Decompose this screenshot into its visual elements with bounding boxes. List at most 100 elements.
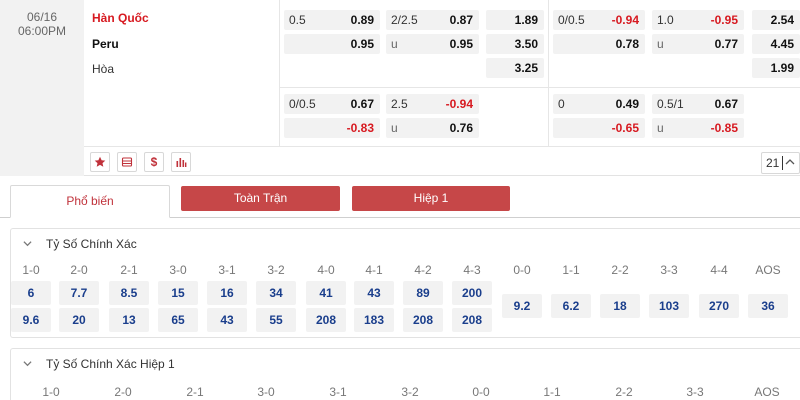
score-label: 2-1	[186, 385, 204, 399]
score-odds-away[interactable]: 13	[109, 308, 149, 332]
score-label: 3-0	[257, 385, 275, 399]
score-label: 0-0	[513, 263, 531, 277]
score-odds-home[interactable]: 15	[158, 281, 198, 305]
score-odds-draw[interactable]: 270	[699, 294, 739, 318]
tab-popular[interactable]: Phổ biến	[10, 185, 170, 218]
score-label: 4-2	[414, 263, 432, 277]
odds-value: 4.45	[770, 37, 794, 51]
score-odds-away[interactable]: 9.6	[11, 308, 51, 332]
under-label: u	[391, 121, 398, 135]
stats-icon[interactable]	[171, 152, 191, 172]
odds-value: 0.77	[714, 37, 738, 51]
list-icon[interactable]	[117, 152, 137, 172]
team-names: Hàn Quốc Peru Hòa	[84, 0, 280, 146]
score-label: 2-2	[611, 263, 629, 277]
odds-value: 0.95	[350, 37, 374, 51]
score-label: 2-0	[114, 385, 132, 399]
correct-score-panel: Tỷ Số Chính Xác 1-0 2-0 2-1 3-0 3-1 3-2 4-0 4-1…	[10, 228, 800, 338]
match-row: 06/16 06:00PM Hàn Quốc Peru Hòa 0.5 0.89…	[0, 0, 800, 176]
odds-value: -0.94	[611, 13, 639, 27]
tab-full-match[interactable]: Toàn Trận	[181, 186, 340, 211]
odds-h1-over[interactable]: 1.0 -0.95	[652, 10, 744, 30]
score-odds-draw[interactable]: 18	[600, 294, 640, 318]
score-label: 4-1	[365, 263, 383, 277]
odds-ft-under-alt[interactable]: u 0.76	[386, 118, 479, 138]
odds-h1-under[interactable]: u 0.77	[652, 34, 744, 54]
odds-ft-over-alt[interactable]: 2.5 -0.94	[386, 94, 479, 114]
under-label: u	[657, 121, 664, 135]
odds-h1-1x2-away[interactable]: 4.45	[752, 34, 800, 54]
handicap-line: 0.5	[289, 13, 306, 27]
odds-ft-handicap-home-alt[interactable]: 0/0.5 0.67	[284, 94, 380, 114]
score-odds-away[interactable]: 208	[306, 308, 346, 332]
score-odds-home[interactable]: 7.7	[59, 281, 99, 305]
odds-ft-handicap-away[interactable]: 0.95	[284, 34, 380, 54]
ou-line: 2/2.5	[391, 13, 418, 27]
odds-value: -0.83	[346, 121, 374, 135]
score-label: 2-0	[70, 263, 88, 277]
odds-h1-1x2-draw[interactable]: 1.99	[752, 58, 800, 78]
score-odds-away[interactable]: 55	[256, 308, 296, 332]
score-odds-away[interactable]: 43	[207, 308, 247, 332]
score-odds-away[interactable]: 208	[403, 308, 443, 332]
odds-ft-handicap-home[interactable]: 0.5 0.89	[284, 10, 380, 30]
score-label: 4-3	[463, 263, 481, 277]
row-divider	[280, 87, 800, 88]
dollar-icon[interactable]: $	[144, 152, 164, 172]
star-icon[interactable]	[90, 152, 110, 172]
tab-half1[interactable]: Hiệp 1	[352, 186, 510, 211]
score-odds-away[interactable]: 20	[59, 308, 99, 332]
score-label: 3-2	[401, 385, 419, 399]
chevron-up-icon	[785, 156, 795, 170]
home-team[interactable]: Hàn Quốc	[92, 11, 149, 25]
odds-ft-1x2-draw[interactable]: 3.25	[486, 58, 544, 78]
odds-ft-handicap-away-alt[interactable]: -0.83	[284, 118, 380, 138]
odds-h1-handicap-home[interactable]: 0/0.5 -0.94	[553, 10, 645, 30]
score-odds-away[interactable]: 65	[158, 308, 198, 332]
odds-h1-handicap-away[interactable]: 0.78	[553, 34, 645, 54]
panel-header[interactable]: Tỷ Số Chính Xác Hiệp 1	[23, 357, 175, 371]
odds-ft-1x2-away[interactable]: 3.50	[486, 34, 544, 54]
chevron-down-icon	[23, 239, 32, 251]
more-markets-toggle[interactable]: 21	[761, 152, 800, 174]
score-odds-away[interactable]: 183	[354, 308, 394, 332]
score-odds-home[interactable]: 89	[403, 281, 443, 305]
odds-h1-1x2-home[interactable]: 2.54	[752, 10, 800, 30]
score-label: 4-0	[317, 263, 335, 277]
score-odds-home[interactable]: 43	[354, 281, 394, 305]
panel-title: Tỷ Số Chính Xác	[46, 237, 137, 251]
odds-value: 0.89	[350, 13, 374, 27]
score-odds-away[interactable]: 208	[452, 308, 492, 332]
odds-h1-handicap-home-alt[interactable]: 0 0.49	[553, 94, 645, 114]
score-odds-home[interactable]: 41	[306, 281, 346, 305]
odds-value: 0.67	[350, 97, 374, 111]
odds-value: 0.87	[449, 13, 473, 27]
score-odds-home[interactable]: 16	[207, 281, 247, 305]
score-odds-home[interactable]: 34	[256, 281, 296, 305]
score-odds-draw[interactable]: 103	[649, 294, 689, 318]
score-label: 3-1	[218, 263, 236, 277]
text-caret	[782, 156, 783, 170]
handicap-line: 0	[558, 97, 565, 111]
odds-h1-under-alt[interactable]: u -0.85	[652, 118, 744, 138]
odds-h1-handicap-away-alt[interactable]: -0.65	[553, 118, 645, 138]
score-odds-draw[interactable]: 9.2	[502, 294, 542, 318]
score-odds-home[interactable]: 6	[11, 281, 51, 305]
odds-value: 2.54	[770, 13, 794, 27]
odds-ft-1x2-home[interactable]: 1.89	[486, 10, 544, 30]
ou-line: 0.5/1	[657, 97, 684, 111]
score-odds-draw[interactable]: 36	[748, 294, 788, 318]
odds-ft-over[interactable]: 2/2.5 0.87	[386, 10, 479, 30]
away-team[interactable]: Peru	[92, 37, 119, 51]
handicap-line: 0/0.5	[558, 13, 585, 27]
score-odds-draw[interactable]: 6.2	[551, 294, 591, 318]
odds-ft-under[interactable]: u 0.95	[386, 34, 479, 54]
score-label: 2-2	[615, 385, 633, 399]
panel-header[interactable]: Tỷ Số Chính Xác	[23, 237, 137, 251]
score-odds-home[interactable]: 200	[452, 281, 492, 305]
score-odds-home[interactable]: 8.5	[109, 281, 149, 305]
odds-h1-over-alt[interactable]: 0.5/1 0.67	[652, 94, 744, 114]
under-label: u	[657, 37, 664, 51]
odds-value: -0.85	[710, 121, 738, 135]
score-label: 0-0	[472, 385, 490, 399]
